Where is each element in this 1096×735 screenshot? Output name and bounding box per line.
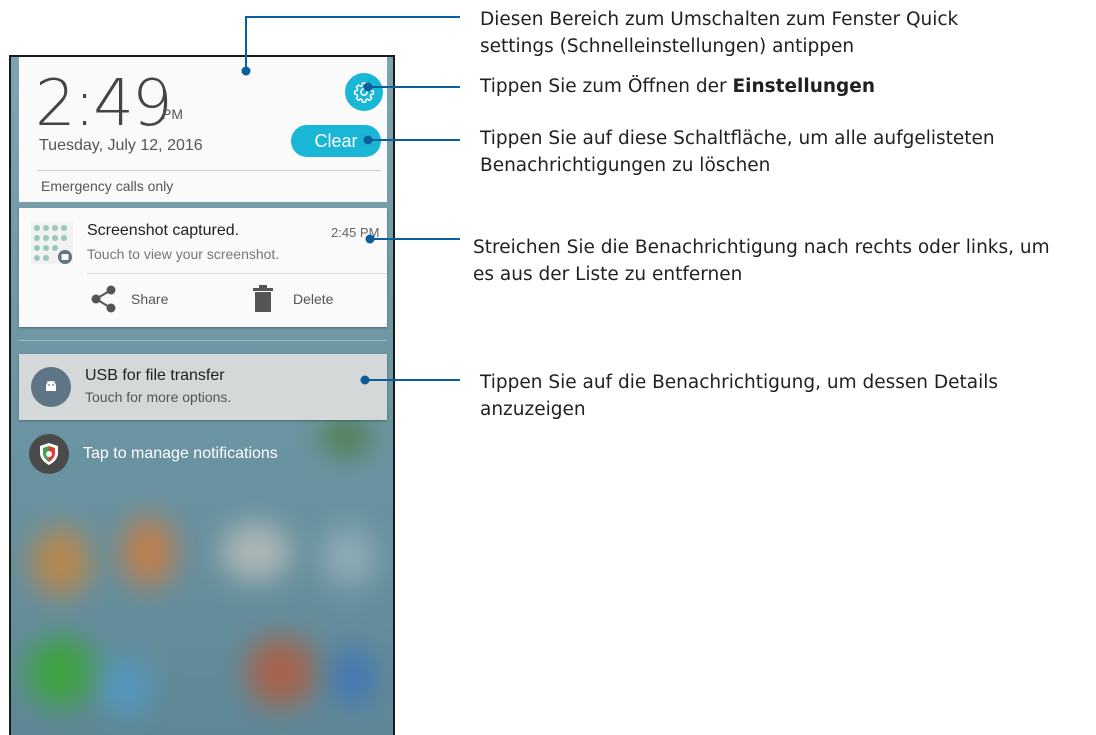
annotation-line: settings (Schnelleinstellungen) antippen <box>480 36 855 57</box>
annotation-line: Tippen Sie auf diese Schaltfläche, um al… <box>480 128 995 149</box>
blurred-app-icon <box>101 657 151 717</box>
notification-subtitle: Touch to view your screenshot. <box>87 246 280 262</box>
notification-title: USB for file transfer <box>85 367 225 384</box>
blurred-app-icon <box>121 517 176 587</box>
clock-ampm: PM <box>162 106 183 122</box>
blurred-app-icon <box>31 527 91 597</box>
blurred-app-icon <box>321 417 371 457</box>
clear-button[interactable]: Clear <box>291 125 381 157</box>
annotation-clear: Tippen Sie auf diese Schaltfläche, um al… <box>480 125 995 179</box>
gear-icon <box>353 82 375 103</box>
annotation-settings: Tippen Sie zum Öffnen der Einstellungen <box>480 73 875 100</box>
manage-notifications-item[interactable]: Tap to manage notifications <box>29 434 278 474</box>
annotation-line: Tippen Sie auf die Benachrichtigung, um … <box>480 372 999 393</box>
shield-icon <box>29 434 69 474</box>
annotation-bold: Einstellungen <box>732 76 876 97</box>
usb-notification[interactable]: USB for file transfer Touch for more opt… <box>19 354 387 420</box>
annotation-quick-settings: Diesen Bereich zum Umschalten zum Fenste… <box>480 6 958 60</box>
delete-label: Delete <box>293 291 334 307</box>
blurred-app-icon <box>246 637 316 707</box>
phone-screen: 2:49 PM Tuesday, July 12, 2016 Clear Eme… <box>9 55 395 735</box>
blurred-app-icon <box>26 637 96 707</box>
annotation-line: Benachrichtigungen zu löschen <box>480 155 771 176</box>
annotation-line: Diesen Bereich zum Umschalten zum Fenste… <box>480 9 959 30</box>
share-action-button[interactable]: Share <box>89 284 168 314</box>
annotation-swipe: Streichen Sie die Benachrichtigung nach … <box>473 234 1050 288</box>
blurred-app-icon <box>331 647 376 707</box>
share-label: Share <box>131 291 169 307</box>
date-label: Tuesday, July 12, 2016 <box>39 137 203 154</box>
notification-time: 2:45 PM <box>331 225 380 240</box>
notification-subtitle: Touch for more options. <box>85 389 232 405</box>
carrier-status: Emergency calls only <box>41 178 174 194</box>
delete-action-button[interactable]: Delete <box>251 284 333 314</box>
blurred-app-icon <box>221 522 291 582</box>
trash-icon <box>253 285 273 312</box>
divider <box>19 340 387 341</box>
settings-button[interactable] <box>345 73 383 111</box>
screenshot-notification[interactable]: Screenshot captured. 2:45 PM Touch to vi… <box>19 208 387 327</box>
android-icon <box>31 367 71 407</box>
screenshot-thumbnail-icon <box>31 222 73 264</box>
annotation-line: es aus der Liste zu entfernen <box>473 264 743 285</box>
notification-title: Screenshot captured. <box>87 222 240 239</box>
annotation-line: anzuzeigen <box>480 399 586 420</box>
divider <box>87 273 387 274</box>
clock-time: 2:49 <box>35 67 173 141</box>
annotation-details: Tippen Sie auf die Benachrichtigung, um … <box>480 369 998 423</box>
share-icon <box>91 285 116 313</box>
manage-notifications-label: Tap to manage notifications <box>83 445 278 462</box>
annotation-line: Streichen Sie die Benachrichtigung nach … <box>473 237 1050 258</box>
quick-settings-header[interactable]: 2:49 PM Tuesday, July 12, 2016 Clear Eme… <box>19 57 387 202</box>
annotation-line: Tippen Sie zum Öffnen der <box>480 76 733 97</box>
divider <box>37 170 381 171</box>
blurred-app-icon <box>321 527 376 587</box>
